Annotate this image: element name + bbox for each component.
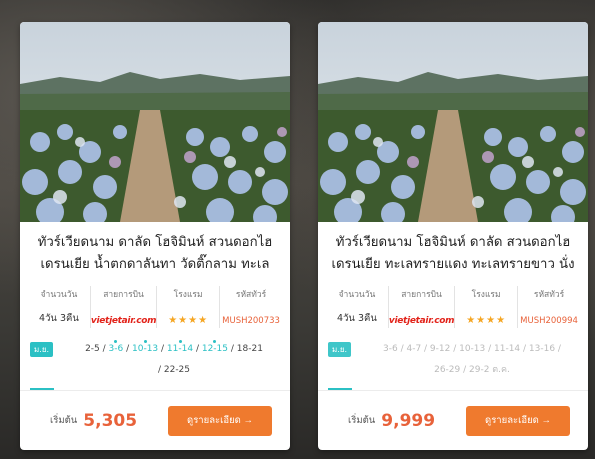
hotel-star-icons: ★★★★ bbox=[466, 315, 507, 326]
date-list-line-1[interactable]: 3-6 / 4-7 / 9-12 / 10-13 / 11-14 / 13-16… bbox=[366, 343, 578, 355]
date-option[interactable]: 10-13 bbox=[132, 344, 158, 354]
airline-logo: vietjetair.com bbox=[90, 316, 157, 326]
view-details-button[interactable]: ดูรายละเอียด → bbox=[466, 405, 570, 436]
hotel-star-icons: ★★★★ bbox=[168, 315, 209, 326]
tour-photo-hydrangea-field[interactable] bbox=[318, 22, 588, 222]
card-footer: เริ่มต้น 9,999 ดูรายละเอียด → bbox=[318, 391, 588, 450]
tour-photo-hydrangea-field[interactable] bbox=[20, 22, 290, 222]
tour-title[interactable]: ทัวร์เวียดนาม โฮจิมินห์ ดาลัด สวนดอกไฮ เ… bbox=[318, 222, 588, 278]
date-list-line-1: 2-5 / 3-6 / 10-13 / 11-14 / 12-15 / 18-2… bbox=[85, 344, 263, 354]
tour-info-row: จำนวนวัน 4วัน 3คืน สายการบิน vietjetair.… bbox=[28, 286, 282, 328]
info-airline: สายการบิน vietjetair.com bbox=[388, 286, 456, 328]
date-option[interactable]: 18-21 bbox=[237, 344, 263, 354]
date-list-line-2[interactable]: 26-29 / 29-2 ต.ค. bbox=[366, 364, 578, 376]
info-days: จำนวนวัน 4วัน 3คืน bbox=[326, 286, 389, 328]
airline-logo: vietjetair.com bbox=[388, 316, 455, 326]
info-tour-code: รหัสทัวร์ MUSH200733 bbox=[222, 290, 280, 326]
price-value: 5,305 bbox=[83, 410, 138, 431]
tour-card-1[interactable]: ทัวร์เวียดนาม ดาลัด โฮจิมินห์ สวนดอกไฮ เ… bbox=[20, 22, 290, 450]
date-option[interactable]: 2-5 bbox=[85, 344, 100, 354]
info-airline: สายการบิน vietjetair.com bbox=[90, 286, 158, 328]
date-list-line-2[interactable]: / 22-25 bbox=[68, 364, 280, 376]
month-tab[interactable]: ม.ย. bbox=[328, 342, 352, 357]
card-footer: เริ่มต้น 5,305 ดูรายละเอียด → bbox=[20, 391, 290, 450]
tour-title-line-2[interactable]: เดรนเยีย น้ำตกดาลันทา วัดติ๊กลาม ทะเล bbox=[32, 254, 278, 276]
tour-title[interactable]: ทัวร์เวียดนาม ดาลัด โฮจิมินห์ สวนดอกไฮ เ… bbox=[20, 222, 290, 278]
tour-info-row: จำนวนวัน 4วัน 3คืน สายการบิน vietjetair.… bbox=[326, 286, 580, 328]
price-label: เริ่มต้น bbox=[348, 415, 376, 426]
info-hotel: โรงแรม ★★★★ bbox=[157, 286, 221, 328]
tour-title-line-1[interactable]: ทัวร์เวียดนาม โฮจิมินห์ ดาลัด สวนดอกไฮ bbox=[330, 232, 576, 254]
tour-card-2[interactable]: ทัวร์เวียดนาม โฮจิมินห์ ดาลัด สวนดอกไฮ เ… bbox=[318, 22, 588, 450]
month-tab[interactable]: ม.ย. bbox=[30, 342, 54, 357]
date-option[interactable]: 12-15 bbox=[202, 344, 228, 354]
view-details-button[interactable]: ดูรายละเอียด → bbox=[168, 405, 272, 436]
price-label: เริ่มต้น bbox=[50, 415, 78, 426]
info-hotel: โรงแรม ★★★★ bbox=[455, 286, 519, 328]
tour-title-line-1[interactable]: ทัวร์เวียดนาม ดาลัด โฮจิมินห์ สวนดอกไฮ bbox=[32, 232, 278, 254]
tour-title-line-2[interactable]: เดรนเยีย ทะเลทรายแดง ทะเลทรายขาว นั่ง bbox=[330, 254, 576, 276]
info-days: จำนวนวัน 4วัน 3คืน bbox=[28, 286, 91, 328]
departure-dates: ม.ย. 2-5 / 3-6 / 10-13 / 11-14 / 12-15 /… bbox=[30, 342, 280, 392]
price-value: 9,999 bbox=[381, 410, 436, 431]
date-option[interactable]: 3-6 bbox=[109, 344, 124, 354]
departure-dates: ม.ย. 3-6 / 4-7 / 9-12 / 10-13 / 11-14 / … bbox=[328, 342, 578, 392]
date-option[interactable]: 11-14 bbox=[167, 344, 193, 354]
info-tour-code: รหัสทัวร์ MUSH200994 bbox=[520, 290, 578, 326]
